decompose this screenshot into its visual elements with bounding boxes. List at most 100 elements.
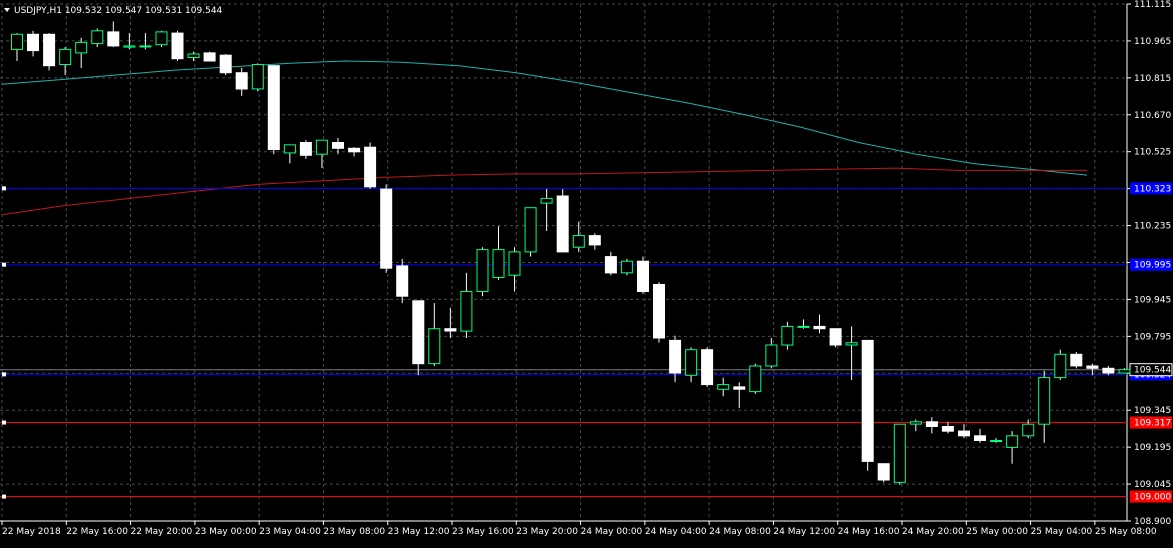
candle-bear [364, 146, 377, 188]
candle-bear [444, 328, 457, 332]
x-tick-label: 23 May 00:00 [195, 527, 257, 537]
y-tick-label: 110.525 [1134, 148, 1171, 158]
candle-bull [1118, 369, 1131, 374]
y-tick-label: 110.235 [1134, 222, 1171, 232]
candle-bull [123, 45, 136, 48]
candle-bull [11, 33, 23, 50]
y-tick-label: 110.815 [1134, 74, 1171, 84]
candle-bear [974, 435, 986, 441]
candle-bear [348, 147, 361, 153]
y-tick-label: 109.945 [1134, 295, 1171, 305]
candle-bear [829, 328, 842, 346]
candle-bear [203, 52, 216, 62]
x-tick-label: 25 May 04:00 [1031, 527, 1093, 537]
x-tick-label: 24 May 04:00 [645, 527, 707, 537]
level-anchor [2, 420, 6, 425]
candle-bull [845, 342, 858, 346]
y-tick-label: 109.345 [1134, 406, 1171, 416]
candle-bear [171, 32, 184, 60]
x-tick-label: 24 May 00:00 [581, 527, 643, 537]
candle-bull [315, 139, 328, 155]
candle-bull [781, 325, 794, 346]
candle-bear [588, 235, 601, 246]
level-anchor [2, 186, 6, 191]
candle-bull [251, 64, 264, 90]
candle-bear [925, 421, 938, 427]
candle-bear [235, 72, 248, 90]
candle-bear [380, 188, 393, 269]
candle-bull [283, 144, 296, 154]
y-tick-label: 109.795 [1134, 332, 1171, 342]
candle-bear [556, 195, 569, 253]
candle-bear [861, 339, 874, 462]
x-tick-label: 22 May 2018 [2, 527, 61, 537]
candle-bull [460, 291, 473, 332]
level-price-label: 110.323 [1134, 184, 1171, 194]
candle-bull [717, 384, 730, 390]
candle-bear [813, 325, 826, 330]
chart-background [0, 0, 1173, 544]
y-tick-label: 111.115 [1134, 0, 1171, 10]
candle-bear [396, 265, 409, 297]
candle-bull [91, 30, 104, 45]
candle-bear [653, 284, 665, 339]
y-tick-label: 109.045 [1134, 480, 1171, 490]
candle-bear [604, 256, 617, 274]
candle-bull [75, 41, 88, 54]
candle-bear [701, 349, 714, 386]
y-tick-label: 110.965 [1134, 37, 1171, 47]
candle-bull [572, 235, 585, 248]
x-tick-label: 24 May 20:00 [902, 527, 964, 537]
candle-bear [107, 31, 120, 47]
candle-bear [267, 65, 280, 150]
candle-bear [299, 142, 312, 156]
x-tick-label: 22 May 20:00 [131, 527, 193, 537]
candle-bull [1006, 435, 1019, 448]
level-anchor [2, 372, 6, 377]
x-tick-label: 23 May 20:00 [516, 527, 578, 537]
x-tick-label: 24 May 12:00 [773, 527, 835, 537]
chart-title: USDJPY,H1 109.532 109.547 109.531 109.54… [14, 6, 223, 16]
candle-bull [428, 328, 441, 365]
candle-bear [877, 463, 890, 481]
level-price-label: 109.995 [1134, 261, 1171, 271]
chart-root: 111.115 110.965 110.815 110.670 110.525 110.3… [0, 0, 1173, 544]
candle-bear [1086, 365, 1099, 369]
candle-bear [332, 142, 344, 149]
candle-bear [941, 426, 954, 432]
x-tick-label: 25 May 00:00 [966, 527, 1028, 537]
level-price-label: 109.317 [1134, 419, 1171, 429]
candle-bear [637, 260, 649, 293]
candle-bear [958, 430, 970, 437]
x-tick-label: 23 May 04:00 [259, 527, 321, 537]
candlestick-chart: 111.115 110.965 110.815 110.670 110.525 110.3… [0, 0, 1173, 544]
current-price-label: 109.544 [1134, 366, 1171, 376]
x-tick-label: 23 May 08:00 [323, 527, 385, 537]
candle-bull [59, 48, 72, 66]
candle-bear [1070, 353, 1083, 367]
candle-bear [412, 300, 425, 365]
candle-bull [187, 53, 200, 58]
x-tick-label: 22 May 16:00 [66, 527, 128, 537]
candle-bull [765, 344, 778, 367]
level-anchor [2, 262, 6, 267]
y-tick-label: 109.195 [1134, 443, 1171, 453]
candle-bull [749, 365, 762, 393]
candle-bull [155, 31, 168, 46]
y-tick-label: 110.670 [1134, 111, 1171, 121]
level-price-label: 109.000 [1134, 493, 1171, 503]
candle-bull [540, 197, 553, 204]
y-tick-label: 108.900 [1134, 517, 1171, 527]
candle-bear [27, 33, 39, 52]
candle-bear [1102, 367, 1115, 374]
candle-bull [685, 349, 698, 376]
candle-bear [43, 33, 56, 67]
candle-bull [1038, 377, 1051, 425]
x-tick-label: 23 May 12:00 [388, 527, 450, 537]
x-tick-label: 24 May 08:00 [709, 527, 771, 537]
candle-bear [733, 386, 746, 390]
candle-bull [1022, 423, 1035, 437]
candle-bull [1054, 353, 1067, 379]
x-tick-label: 23 May 16:00 [452, 527, 514, 537]
candle-bull [524, 207, 537, 253]
